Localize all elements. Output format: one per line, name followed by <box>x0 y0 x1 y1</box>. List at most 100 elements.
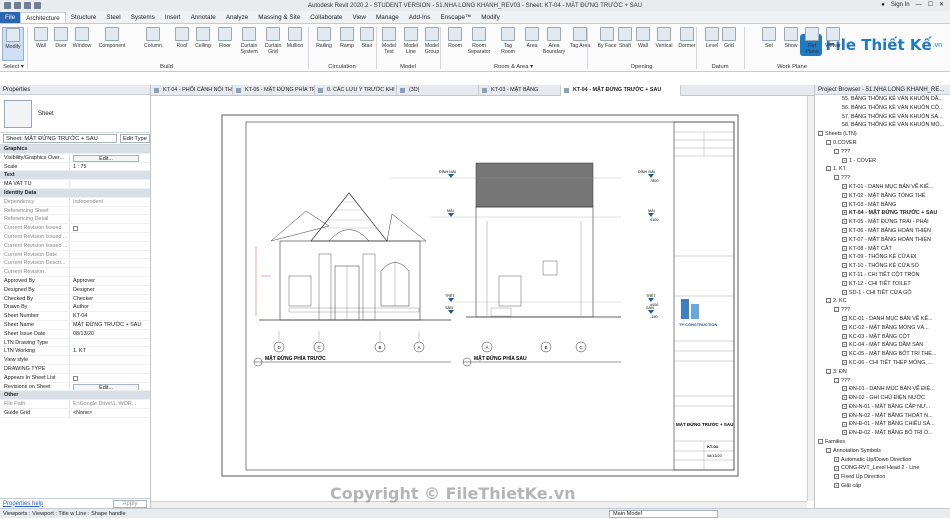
ribbon-tab-1[interactable]: Architecture <box>20 12 66 23</box>
browser-item[interactable]: + KT-09 - THỐNG KÊ CỬA ĐI <box>815 253 950 262</box>
property-checkbox[interactable] <box>73 226 78 232</box>
browser-item[interactable]: -??? <box>815 148 950 157</box>
expand-icon[interactable]: + <box>842 210 847 216</box>
collapse-icon[interactable]: - <box>818 131 823 137</box>
browser-item[interactable]: + KT-08 - MẶT CẮT <box>815 245 950 254</box>
ribbon-button-9[interactable]: Curtain System <box>238 27 260 61</box>
browser-item[interactable]: 56. BẢNG THỐNG KÊ VÁN KHUÔN CỘ... <box>815 104 950 113</box>
user-icon[interactable]: ● <box>881 2 885 8</box>
expand-icon[interactable]: + <box>842 333 847 339</box>
collapse-icon[interactable]: - <box>826 368 831 374</box>
browser-item[interactable]: + ĐN-01 - DANH MỤC BẢN VẼ ĐIỆ... <box>815 385 950 394</box>
browser-item[interactable]: + KC-01 - DANH MỤC BẢN VẼ KẾ... <box>815 315 950 324</box>
active-model-selector[interactable]: Main Model <box>609 510 718 518</box>
expand-icon[interactable]: + <box>842 421 847 427</box>
property-category[interactable]: Identity Data <box>0 188 150 198</box>
expand-icon[interactable]: + <box>842 403 847 409</box>
property-value[interactable]: KT-04 <box>69 312 150 320</box>
ribbon-button-0[interactable]: Modify <box>2 27 24 61</box>
collapse-icon[interactable]: - <box>834 148 839 154</box>
browser-item[interactable]: + SD-1 - CHI TIẾT CỬA GỖ <box>815 289 950 298</box>
ribbon-button-33[interactable]: Ref Plane <box>801 27 823 61</box>
expand-icon[interactable]: + <box>842 263 847 269</box>
expand-icon[interactable]: + <box>842 245 847 251</box>
type-selector[interactable]: Sheet <box>0 95 150 133</box>
ribbon-button-15[interactable]: Model Text <box>378 27 400 61</box>
expand-icon[interactable]: + <box>834 465 839 471</box>
ribbon-button-31[interactable]: Set <box>758 27 780 61</box>
ribbon-button-14[interactable]: Stair <box>356 27 378 61</box>
browser-item[interactable]: + ĐN-Đ-02 - MẶT BẰNG BỐ TRÍ Ổ... <box>815 429 950 438</box>
ribbon-button-12[interactable]: Railing <box>313 27 335 61</box>
ribbon-tab-9[interactable]: Collaborate <box>305 12 347 23</box>
expand-icon[interactable]: + <box>842 254 847 260</box>
ribbon-button-19[interactable]: Room Separator <box>468 27 490 61</box>
expand-icon[interactable]: + <box>842 280 847 286</box>
expand-icon[interactable]: + <box>842 342 847 348</box>
property-value[interactable]: MẶT ĐỨNG TRƯỚC + SAU <box>69 320 150 329</box>
ribbon-button-5[interactable]: Column <box>142 27 164 61</box>
property-value[interactable]: Edit... <box>69 153 150 162</box>
ribbon-tab-2[interactable]: Structure <box>66 12 102 23</box>
collapse-icon[interactable]: - <box>834 377 839 383</box>
browser-item[interactable]: + KC-06 - CHI TIẾT THÉP MÓNG, ... <box>815 359 950 368</box>
browser-item[interactable]: + Giật cấp <box>815 482 950 491</box>
browser-item[interactable]: -0.COVER <box>815 139 950 148</box>
browser-item[interactable]: + ĐN-Đ-01 - MẶT BẰNG CHIẾU SÁ... <box>815 420 950 429</box>
ribbon-tab-3[interactable]: Steel <box>101 12 125 23</box>
ribbon-tab-14[interactable]: Modify <box>476 12 505 23</box>
ribbon-button-1[interactable]: Wall <box>30 27 52 61</box>
browser-item[interactable]: - Annotation Symbols <box>815 447 950 456</box>
view-tab-3[interactable]: (3D) <box>397 85 479 96</box>
collapse-icon[interactable]: - <box>834 307 839 313</box>
ribbon-button-7[interactable]: Ceiling <box>192 27 214 61</box>
property-value[interactable]: Author <box>69 303 150 312</box>
property-value[interactable] <box>69 364 150 373</box>
property-value[interactable] <box>69 373 150 382</box>
property-value[interactable]: <None> <box>69 408 150 417</box>
view-tab-0[interactable]: KT-04 - PHỐI CẢNH NỘI THẤT TẦ... <box>151 85 233 96</box>
ribbon-button-10[interactable]: Curtain Grid <box>262 27 284 61</box>
expand-icon[interactable]: + <box>842 412 847 418</box>
browser-item[interactable]: + KC-05 - MẶT BẰNG BỐT TRÍ THÉ... <box>815 350 950 359</box>
browser-item[interactable]: - Families <box>815 438 950 447</box>
expand-icon[interactable]: + <box>834 483 839 489</box>
ribbon-tab-4[interactable]: Systems <box>126 12 160 23</box>
vertical-scrollbar[interactable] <box>807 96 814 501</box>
browser-item[interactable]: + KT-04 - MẶT ĐỨNG TRƯỚC + SAU <box>815 209 950 218</box>
browser-item[interactable]: -2. KC <box>815 297 950 306</box>
browser-item[interactable]: +1 - COVER <box>815 157 950 166</box>
ribbon-group-label[interactable]: Room & Area ▾ <box>440 64 587 70</box>
property-value[interactable]: Designer <box>69 285 150 294</box>
close-icon[interactable]: ✕ <box>939 1 944 8</box>
property-value[interactable]: Approver <box>69 276 150 285</box>
ribbon-button-8[interactable]: Floor <box>214 27 236 61</box>
view-tab-5[interactable]: KT-04 - MẶT ĐỨNG TRƯỚC + SAU <box>561 85 681 96</box>
instance-filter-dropdown[interactable]: Sheet: MẶT ĐỨNG TRƯỚC + SAU <box>3 134 117 143</box>
collapse-icon[interactable]: - <box>826 140 831 146</box>
ribbon-tab-11[interactable]: Manage <box>371 12 404 23</box>
browser-item[interactable]: -3. ĐN <box>815 368 950 377</box>
ribbon-tab-12[interactable]: Add-Ins <box>404 12 436 23</box>
browser-item[interactable]: + KT-05 - MẶT ĐỨNG TRÁI - PHẢI <box>815 218 950 227</box>
ribbon-button-28[interactable]: Dormer <box>676 27 698 61</box>
expand-icon[interactable]: + <box>842 395 847 401</box>
ribbon-button-6[interactable]: Roof <box>171 27 193 61</box>
property-value[interactable]: Checker <box>69 294 150 303</box>
browser-item[interactable]: + KT-11 - CHI TIẾT CỘT TRÒN <box>815 271 950 280</box>
expand-icon[interactable]: + <box>842 236 847 242</box>
browser-item[interactable]: -??? <box>815 377 950 386</box>
view-tab-4[interactable]: KT-03 - MẶT BẰNG <box>479 85 561 96</box>
ribbon-group-label[interactable]: Select ▾ <box>0 64 27 70</box>
apply-button[interactable]: Apply <box>113 499 147 508</box>
expand-icon[interactable]: + <box>842 324 847 330</box>
expand-icon[interactable]: + <box>842 192 847 198</box>
drawing-canvas[interactable]: TP CONSTRUCTION MẶT ĐỨNG TRƯỚC + SAU KT-… <box>151 96 814 508</box>
browser-item[interactable]: -1. KT <box>815 165 950 174</box>
expand-icon[interactable]: + <box>842 289 847 295</box>
collapse-icon[interactable]: - <box>818 439 823 445</box>
expand-icon[interactable]: + <box>842 272 847 278</box>
view-tab-2[interactable]: 0. CÁC LƯU Ý TRƯỚC KHI BẮT ĐẦU... <box>315 85 397 96</box>
property-category[interactable]: Text <box>0 171 150 181</box>
expand-icon[interactable]: + <box>842 201 847 207</box>
